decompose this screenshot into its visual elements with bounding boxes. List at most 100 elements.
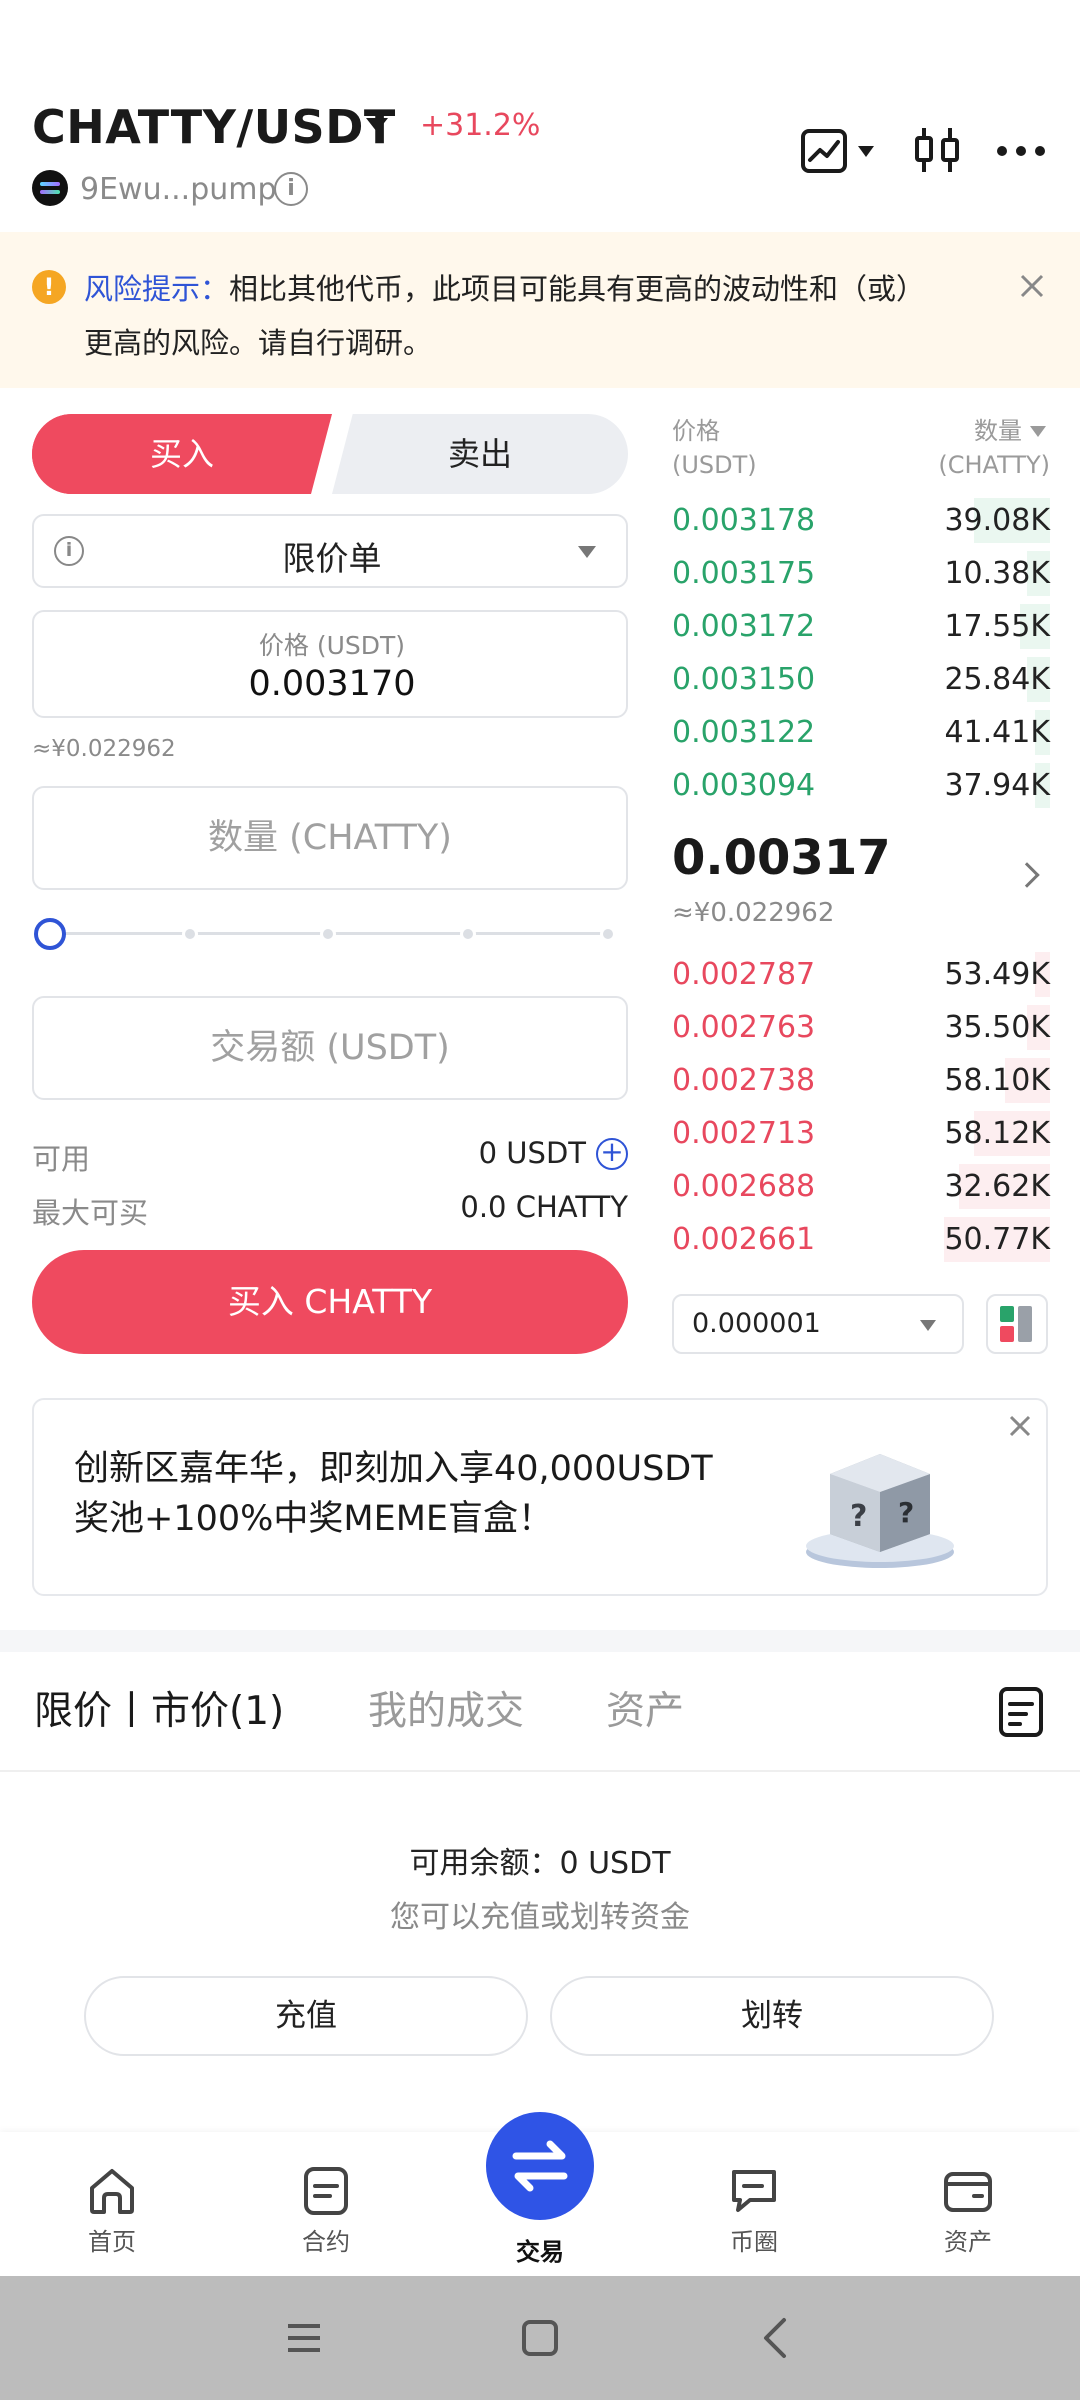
orderbook-row[interactable]: 0.003094 37.94K bbox=[672, 759, 1050, 812]
pair-title[interactable]: CHATTY/USDT bbox=[32, 100, 396, 154]
chat-icon bbox=[732, 2170, 776, 2212]
orderbook-row[interactable]: 0.003175 10.38K bbox=[672, 547, 1050, 600]
back-icon[interactable] bbox=[756, 2316, 796, 2360]
orderbook-price: 0.003122 bbox=[672, 715, 816, 750]
close-icon[interactable] bbox=[1016, 270, 1048, 302]
order-type-select[interactable]: i 限价单 bbox=[32, 514, 628, 588]
slider-stop[interactable] bbox=[460, 926, 476, 942]
contract-address[interactable]: 9Ewu...pump bbox=[80, 172, 277, 207]
orderbook-row[interactable]: 0.002688 32.62K bbox=[672, 1160, 1050, 1213]
swap-icon bbox=[512, 2140, 568, 2192]
orderbook-qty: 53.49K bbox=[944, 957, 1050, 992]
available-value: 0 USDT bbox=[478, 1136, 586, 1170]
home-icon bbox=[90, 2169, 134, 2214]
price-cny: ≈¥0.022962 bbox=[32, 736, 176, 762]
price-label: 价格 (USDT) bbox=[258, 631, 406, 660]
wallet-icon bbox=[944, 2172, 992, 2212]
orderbook-row[interactable]: 0.002738 58.10K bbox=[672, 1054, 1050, 1107]
nav-label-assets: 资产 bbox=[944, 2228, 992, 2256]
orderbook-price: 0.002787 bbox=[672, 957, 816, 992]
nav-square[interactable]: 币圈 bbox=[694, 2166, 814, 2257]
nav-contract[interactable]: 合约 bbox=[266, 2166, 386, 2257]
nav-home[interactable]: 首页 bbox=[52, 2166, 172, 2257]
orderbook-qty: 10.38K bbox=[944, 556, 1050, 591]
balance-hint: 您可以充值或划转资金 bbox=[390, 1900, 690, 1935]
precision-select[interactable]: 0.000001 bbox=[672, 1294, 964, 1354]
svg-text:?: ? bbox=[850, 1499, 867, 1534]
nav-label-trade: 交易 bbox=[516, 2238, 564, 2266]
buy-tab[interactable]: 买入 bbox=[32, 414, 332, 494]
nav-assets[interactable]: 资产 bbox=[908, 2166, 1028, 2257]
orderbook-layout-icon[interactable] bbox=[986, 1294, 1048, 1354]
sell-tab[interactable]: 卖出 bbox=[332, 414, 628, 494]
orderbook-price-header: 价格 (USDT) bbox=[672, 417, 757, 479]
promo-text[interactable]: 创新区嘉年华，即刻加入享40,000USDT 奖池+100%中奖MEME盲盒！ bbox=[74, 1444, 774, 1544]
orderbook-row[interactable]: 0.003122 41.41K bbox=[672, 706, 1050, 759]
precision-value: 0.000001 bbox=[692, 1308, 821, 1339]
home-square-icon[interactable] bbox=[520, 2318, 560, 2358]
tab-orders[interactable]: 限价丨市价(1) bbox=[34, 1680, 284, 1736]
risk-text: 风险提示：相比其他代币，此项目可能具有更高的波动性和（或）更高的风险。请自行调研… bbox=[84, 262, 934, 370]
nav-label-contract: 合约 bbox=[302, 2228, 350, 2256]
orderbook-row[interactable]: 0.002787 53.49K bbox=[672, 948, 1050, 1001]
tab-my-trades[interactable]: 我的成交 bbox=[368, 1680, 524, 1736]
price-value[interactable]: 0.003170 bbox=[34, 664, 630, 704]
orderbook-price: 0.003178 bbox=[672, 503, 816, 538]
orderbook-row[interactable]: 0.003178 39.08K bbox=[672, 494, 1050, 547]
transfer-button[interactable]: 划转 bbox=[550, 1976, 994, 2056]
orderbook-qty: 17.55K bbox=[944, 609, 1050, 644]
risk-title[interactable]: 风险提示： bbox=[84, 272, 229, 306]
add-funds-icon[interactable]: + bbox=[596, 1138, 628, 1170]
orderbook-row[interactable]: 0.002713 58.12K bbox=[672, 1107, 1050, 1160]
quantity-input[interactable]: 数量 (CHATTY) bbox=[32, 786, 628, 890]
orderbook-row[interactable]: 0.002661 50.77K bbox=[672, 1213, 1050, 1266]
orderbook-qty: 58.10K bbox=[944, 1063, 1050, 1098]
amount-input[interactable]: 交易额 (USDT) bbox=[32, 996, 628, 1100]
max-buy-value: 0.0 CHATTY bbox=[460, 1190, 628, 1224]
menu-icon[interactable] bbox=[284, 2318, 324, 2358]
available-label: 可用 bbox=[32, 1142, 91, 1176]
candlestick-icon[interactable] bbox=[912, 124, 962, 176]
slider-stop[interactable] bbox=[182, 926, 198, 942]
deposit-button[interactable]: 充值 bbox=[84, 1976, 528, 2056]
nav-trade-button[interactable] bbox=[486, 2112, 594, 2220]
slider-stop[interactable] bbox=[320, 926, 336, 942]
orderbook-qty: 37.94K bbox=[944, 768, 1050, 803]
chevron-down-icon bbox=[920, 1320, 936, 1331]
info-icon[interactable]: i bbox=[274, 172, 308, 206]
available-balance: 可用余额：0 USDT bbox=[409, 1846, 671, 1881]
order-history-icon[interactable] bbox=[998, 1686, 1044, 1738]
orderbook-price: 0.002661 bbox=[672, 1222, 816, 1257]
orderbook-row[interactable]: 0.002763 35.50K bbox=[672, 1001, 1050, 1054]
chart-icon[interactable] bbox=[800, 128, 848, 174]
mystery-box-icon: ? ? bbox=[806, 1454, 954, 1568]
orderbook-qty-header[interactable]: 数量 (CHATTY) bbox=[880, 414, 1050, 482]
more-icon[interactable] bbox=[996, 134, 1046, 168]
orderbook-row[interactable]: 0.003172 17.55K bbox=[672, 600, 1050, 653]
promo-line-2: 奖池+100%中奖MEME盲盒！ bbox=[74, 1499, 554, 1539]
chart-dropdown-icon[interactable] bbox=[858, 146, 874, 157]
header: CHATTY/USDT +31.2% 9Ewu...pump i bbox=[0, 0, 1080, 232]
orderbook-qty: 35.50K bbox=[944, 1010, 1050, 1045]
price-input[interactable]: 价格 (USDT) 0.003170 bbox=[32, 610, 628, 718]
order-type-label: 限价单 bbox=[282, 539, 382, 578]
orderbook-row[interactable]: 0.003150 25.84K bbox=[672, 653, 1050, 706]
orderbook-qty: 58.12K bbox=[944, 1116, 1050, 1151]
slider-stop[interactable] bbox=[600, 926, 616, 942]
chevron-down-icon[interactable] bbox=[1030, 426, 1046, 437]
buy-button[interactable]: 买入 CHATTY bbox=[32, 1250, 628, 1354]
tab-assets[interactable]: 资产 bbox=[606, 1680, 684, 1736]
close-icon[interactable] bbox=[1006, 1412, 1034, 1440]
orderbook-price: 0.002713 bbox=[672, 1116, 816, 1151]
last-price-cny: ≈¥0.022962 bbox=[672, 898, 835, 928]
chevron-right-icon[interactable] bbox=[1014, 862, 1040, 888]
chevron-down-icon bbox=[578, 546, 596, 558]
solana-icon bbox=[32, 170, 68, 206]
nav-trade[interactable]: 交易 bbox=[480, 2226, 600, 2267]
slider-handle[interactable] bbox=[34, 918, 66, 950]
price-change: +31.2% bbox=[420, 108, 541, 143]
pair-dropdown-icon[interactable] bbox=[366, 118, 388, 132]
max-buy-label: 最大可买 bbox=[32, 1196, 149, 1230]
orderbook-qty: 39.08K bbox=[944, 503, 1050, 538]
section-divider bbox=[0, 1630, 1080, 1652]
